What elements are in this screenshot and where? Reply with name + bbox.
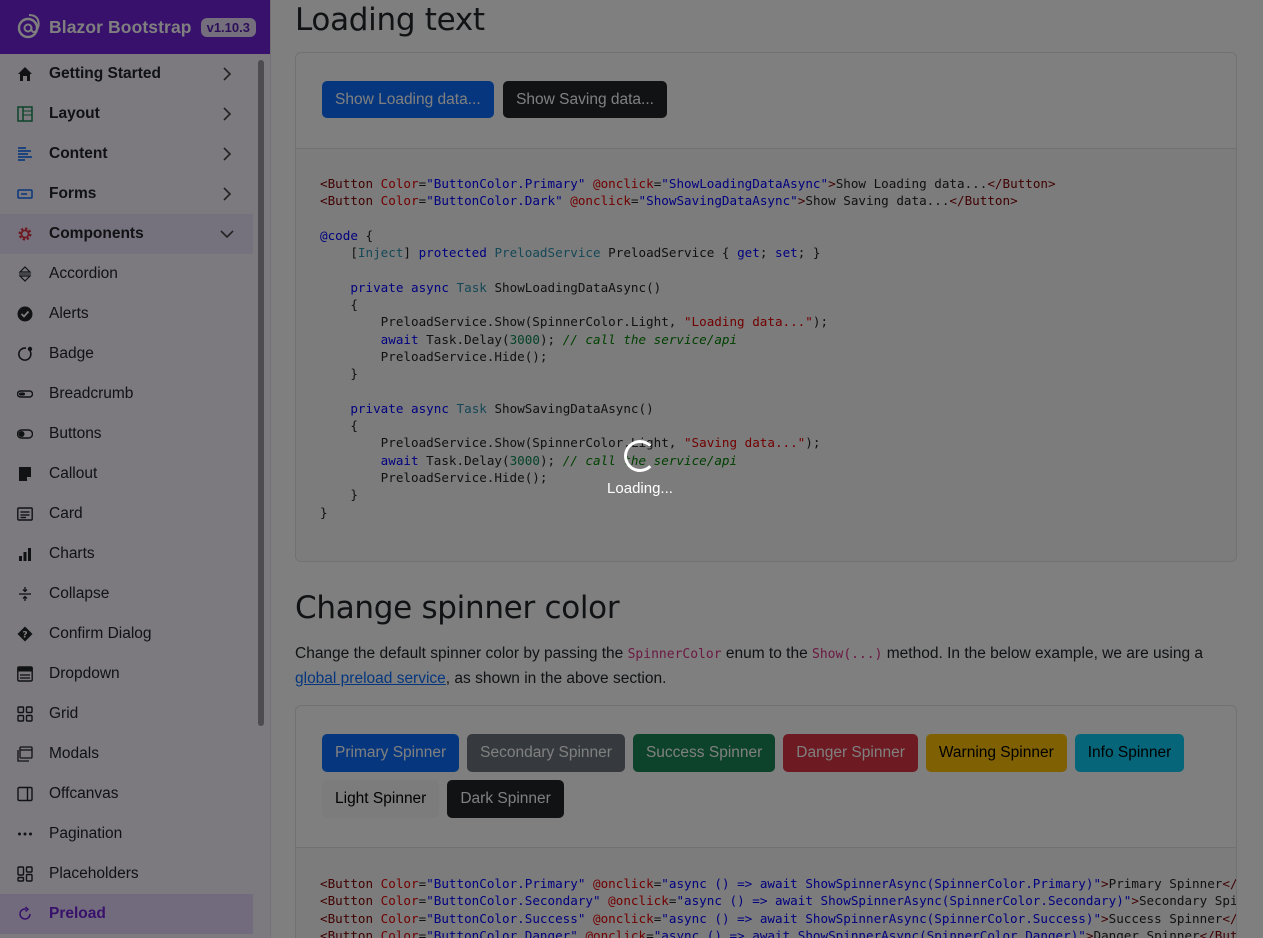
loading-text: Loading... — [607, 480, 673, 497]
preload-overlay[interactable]: Loading... — [0, 0, 1263, 938]
loading-spinner-icon — [624, 440, 656, 472]
